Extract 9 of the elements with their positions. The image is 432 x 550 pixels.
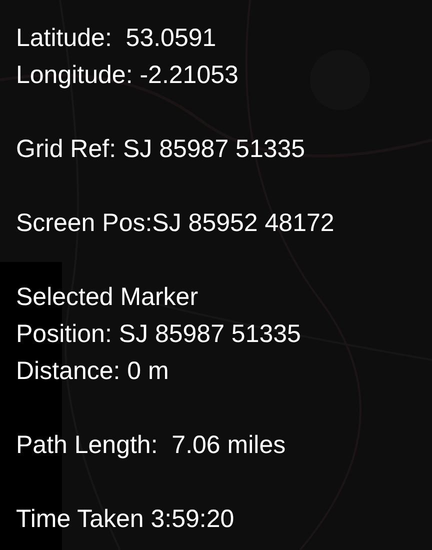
info-text: Distance: 0 m [16, 356, 169, 387]
info-text: Longitude: -2.21053 [16, 60, 238, 91]
info-text: Selected Marker [16, 282, 198, 313]
info-text: Grid Ref: SJ 85987 51335 [16, 134, 306, 165]
info-text: Latitude: 53.0591 [16, 23, 216, 54]
info-text: Path Length: 7.06 miles [16, 430, 286, 461]
info-text: Screen Pos:SJ 85952 48172 [16, 208, 334, 239]
info-text: Time Taken 3:59:20 [16, 504, 234, 535]
info-text: Position: SJ 85987 51335 [16, 319, 301, 350]
